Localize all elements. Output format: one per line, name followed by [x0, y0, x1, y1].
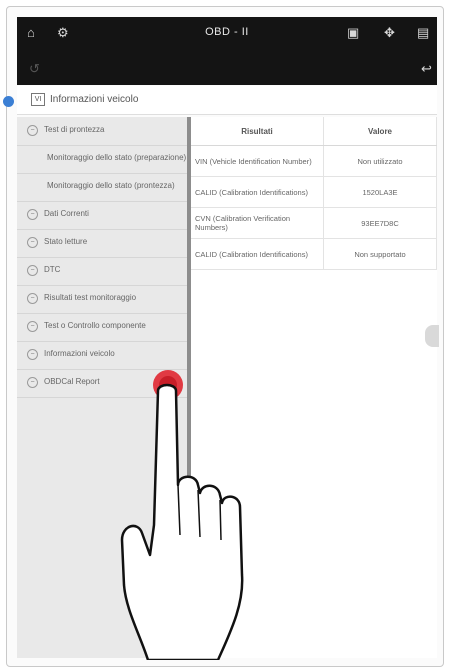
print-icon[interactable]: ▤: [417, 26, 429, 40]
sidebar-item-label: Dati Correnti: [44, 209, 89, 218]
toolbar-bottom-row: ↺ ↩: [17, 53, 437, 83]
sidebar-item-label: Risultati test monitoraggio: [44, 293, 137, 302]
collapse-icon: −: [27, 237, 38, 248]
collapse-icon: −: [27, 293, 38, 304]
table-cell: 93EE7D8C: [323, 207, 437, 239]
sidebar-item-live-data[interactable]: − Dati Correnti: [17, 201, 187, 230]
table-cell: VIN (Vehicle Identification Number): [191, 145, 324, 177]
sidebar-item-label: Monitoraggio dello stato (preparazione): [47, 153, 187, 162]
sidebar-subitem-monitor-readiness[interactable]: Monitoraggio dello stato (prontezza): [17, 173, 187, 202]
column-header-results: Risultati: [191, 117, 324, 146]
collapse-icon: −: [27, 265, 38, 276]
column-header-value: Valore: [323, 117, 437, 146]
table-row[interactable]: VIN (Vehicle Identification Number) Non …: [191, 145, 437, 177]
sidebar-item-component-test[interactable]: − Test o Controllo componente: [17, 313, 187, 342]
record-icon[interactable]: ▣: [347, 26, 359, 40]
sidebar-item-label: Stato letture: [44, 237, 88, 246]
results-table: Risultati Valore VIN (Vehicle Identifica…: [191, 117, 437, 270]
touch-indicator-dot: [3, 96, 14, 107]
sidebar-item-dtc[interactable]: − DTC: [17, 257, 187, 286]
table-cell: Non utilizzato: [323, 145, 437, 177]
table-cell: 1520LA3E: [323, 176, 437, 208]
sidebar-item-label: Informazioni veicolo: [44, 349, 115, 358]
vehicle-info-icon: VI: [31, 93, 45, 106]
table-cell: Non supportato: [323, 238, 437, 270]
toolbar-top-row: ⌂ ⚙ OBD - II ▣ ✥ ▤: [17, 17, 437, 49]
sidebar-item-label: Test o Controllo componente: [44, 321, 146, 330]
sidebar-item-label: Test di prontezza: [44, 125, 105, 134]
sidebar-item-freeze-frame[interactable]: − Stato letture: [17, 229, 187, 258]
sidebar-item-monitor-results[interactable]: − Risultati test monitoraggio: [17, 285, 187, 314]
sidebar-item-label: OBDCal Report: [44, 377, 100, 386]
sidebar-subitem-monitor-preparation[interactable]: Monitoraggio dello stato (preparazione): [17, 145, 187, 174]
table-cell: CALID (Calibration Identifications): [191, 238, 324, 270]
side-pull-handle[interactable]: [425, 325, 439, 347]
table-cell: CALID (Calibration Identifications): [191, 176, 324, 208]
table-row[interactable]: CALID (Calibration Identifications) Non …: [191, 238, 437, 270]
exit-icon[interactable]: ↩: [421, 62, 432, 76]
table-cell: CVN (Calibration Verification Numbers): [191, 207, 324, 239]
sidebar-item-label: Monitoraggio dello stato (prontezza): [47, 181, 175, 190]
collapse-icon: −: [27, 125, 38, 136]
info-header: VI Informazioni veicolo: [17, 86, 437, 115]
app-title: OBD - II: [205, 26, 249, 38]
collapse-icon: −: [27, 349, 38, 360]
collapse-icon: −: [27, 321, 38, 332]
fullscreen-icon[interactable]: ✥: [384, 26, 395, 40]
table-row[interactable]: CVN (Calibration Verification Numbers) 9…: [191, 207, 437, 239]
collapse-icon: −: [27, 209, 38, 220]
back-icon[interactable]: ↺: [29, 62, 40, 76]
tap-gesture-hand-icon: [120, 370, 244, 660]
sidebar-item-readiness-test[interactable]: − Test di prontezza: [17, 117, 187, 146]
table-header-row: Risultati Valore: [191, 117, 437, 146]
sidebar-item-label: DTC: [44, 265, 61, 274]
info-title: Informazioni veicolo: [50, 94, 139, 105]
table-row[interactable]: CALID (Calibration Identifications) 1520…: [191, 176, 437, 208]
app-toolbar: ⌂ ⚙ OBD - II ▣ ✥ ▤ ↺ ↩: [17, 17, 437, 85]
collapse-icon: −: [27, 377, 38, 388]
